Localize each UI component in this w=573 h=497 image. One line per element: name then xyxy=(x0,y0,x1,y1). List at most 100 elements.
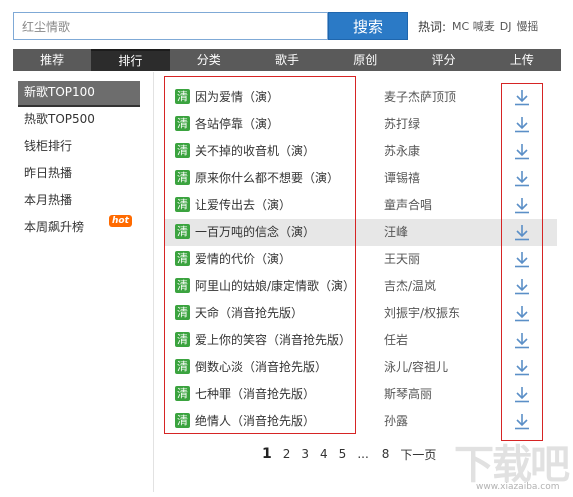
hd-quality-badge: 清 xyxy=(175,278,190,293)
song-artist[interactable]: 孙露 xyxy=(384,408,408,435)
hotword-link[interactable]: DJ xyxy=(500,20,512,33)
hd-quality-badge: 清 xyxy=(175,224,190,239)
song-row[interactable]: 清七种罪（消音抢先版） 斯琴高丽 xyxy=(168,381,558,408)
watermark-url: www.xiazaiba.com xyxy=(476,482,560,492)
song-row[interactable]: 清让爱传出去（演） 童声合唱 xyxy=(168,192,558,219)
page-link-last[interactable]: 8 xyxy=(382,447,390,461)
download-icon[interactable] xyxy=(514,278,530,295)
hotword-link[interactable]: 慢摇 xyxy=(516,18,538,34)
sidebar-divider xyxy=(153,72,154,492)
song-artist[interactable]: 谭锡禧 xyxy=(384,165,420,192)
song-title[interactable]: 阿里山的姑娘/康定情歌（演） xyxy=(195,273,355,300)
song-row[interactable]: 清爱情的代价（演） 王天丽 xyxy=(168,246,558,273)
tab-category[interactable]: 分类 xyxy=(170,49,248,71)
download-icon[interactable] xyxy=(514,359,530,376)
hd-quality-badge: 清 xyxy=(175,413,190,428)
hotwords-bar: 热词: MC 喊麦 DJ 慢摇 xyxy=(418,12,543,40)
song-artist[interactable]: 王天丽 xyxy=(384,246,420,273)
hd-quality-badge: 清 xyxy=(175,170,190,185)
tab-upload[interactable]: 上传 xyxy=(483,49,561,71)
song-artist[interactable]: 麦子杰萨顶顶 xyxy=(384,84,456,111)
song-title[interactable]: 绝情人（消音抢先版） xyxy=(195,408,315,435)
ranking-sidebar: 新歌TOP100 热歌TOP500 钱柜排行 昨日热播 本月热播 本周飙升榜 h… xyxy=(18,81,140,243)
download-icon[interactable] xyxy=(514,197,530,214)
page-link[interactable]: 4 xyxy=(320,447,328,461)
search-button[interactable]: 搜索 xyxy=(328,12,408,40)
song-artist[interactable]: 刘振宇/权振东 xyxy=(384,300,460,327)
sidebar-item-week-rising[interactable]: 本周飙升榜 hot xyxy=(18,215,140,242)
song-row[interactable]: 清倒数心淡（消音抢先版） 泳儿/容祖儿 xyxy=(168,354,558,381)
download-icon[interactable] xyxy=(514,170,530,187)
hd-quality-badge: 清 xyxy=(175,197,190,212)
hd-quality-badge: 清 xyxy=(175,359,190,374)
tab-rating[interactable]: 评分 xyxy=(404,49,482,71)
song-title[interactable]: 爱上你的笑容（消音抢先版） xyxy=(195,327,351,354)
download-icon[interactable] xyxy=(514,224,530,241)
page-link[interactable]: 2 xyxy=(283,447,291,461)
hd-quality-badge: 清 xyxy=(175,143,190,158)
page-link[interactable]: 3 xyxy=(301,447,309,461)
download-icon[interactable] xyxy=(514,89,530,106)
hd-quality-badge: 清 xyxy=(175,305,190,320)
song-artist[interactable]: 泳儿/容祖儿 xyxy=(384,354,448,381)
song-row[interactable]: 清因为爱情（演） 麦子杰萨顶顶 xyxy=(168,84,558,111)
song-row[interactable]: 清关不掉的收音机（演） 苏永康 xyxy=(168,138,558,165)
hd-quality-badge: 清 xyxy=(175,251,190,266)
page-ellipsis: ... xyxy=(357,447,369,461)
song-artist[interactable]: 吉杰/温岚 xyxy=(384,273,436,300)
song-title[interactable]: 各站停靠（演） xyxy=(195,111,279,138)
song-row[interactable]: 清爱上你的笑容（消音抢先版） 任岩 xyxy=(168,327,558,354)
download-icon[interactable] xyxy=(514,116,530,133)
song-title[interactable]: 七种罪（消音抢先版） xyxy=(195,381,315,408)
song-artist[interactable]: 汪峰 xyxy=(384,219,408,246)
tab-recommend[interactable]: 推荐 xyxy=(13,49,91,71)
hd-quality-badge: 清 xyxy=(175,386,190,401)
song-title[interactable]: 爱情的代价（演） xyxy=(195,246,291,273)
hot-badge-icon: hot xyxy=(109,215,132,227)
sidebar-item-month-hot[interactable]: 本月热播 xyxy=(18,189,140,215)
song-title[interactable]: 让爱传出去（演） xyxy=(195,192,291,219)
song-title[interactable]: 原来你什么都不想要（演） xyxy=(195,165,339,192)
song-title[interactable]: 一百万吨的信念（演） xyxy=(195,219,315,246)
next-page-link[interactable]: 下一页 xyxy=(400,446,436,463)
site-watermark: 下载吧 www.xiazaiba.com xyxy=(448,430,573,497)
category-nav: 推荐 排行 分类 歌手 原创 评分 上传 xyxy=(13,49,561,71)
sidebar-item-new-top100[interactable]: 新歌TOP100 xyxy=(18,81,140,107)
song-row[interactable]: 清原来你什么都不想要（演） 谭锡禧 xyxy=(168,165,558,192)
download-icon[interactable] xyxy=(514,413,530,430)
download-icon[interactable] xyxy=(514,332,530,349)
download-icon[interactable] xyxy=(514,143,530,160)
tab-ranking[interactable]: 排行 xyxy=(91,49,170,71)
tab-singer[interactable]: 歌手 xyxy=(248,49,326,71)
download-icon[interactable] xyxy=(514,305,530,322)
download-icon[interactable] xyxy=(514,386,530,403)
pagination: 1 2 3 4 5 ... 8 下一页 xyxy=(262,444,447,464)
hotwords-label: 热词: xyxy=(418,19,447,34)
sidebar-item-label: 本周飙升榜 xyxy=(24,220,85,234)
page-link-current[interactable]: 1 xyxy=(262,446,272,462)
song-artist[interactable]: 苏永康 xyxy=(384,138,420,165)
song-row[interactable]: 清天命（消音抢先版） 刘振宇/权振东 xyxy=(168,300,558,327)
download-icon[interactable] xyxy=(514,251,530,268)
page-link[interactable]: 5 xyxy=(339,447,347,461)
sidebar-item-yesterday-hot[interactable]: 昨日热播 xyxy=(18,162,140,188)
song-title[interactable]: 关不掉的收音机（演） xyxy=(195,138,315,165)
song-list: 清因为爱情（演） 麦子杰萨顶顶清各站停靠（演） 苏打绿清关不掉的收音机（演） 苏永康清… xyxy=(164,84,558,435)
song-row[interactable]: 清阿里山的姑娘/康定情歌（演） 吉杰/温岚 xyxy=(168,273,558,300)
song-title[interactable]: 天命（消音抢先版） xyxy=(195,300,303,327)
song-row[interactable]: 清各站停靠（演） 苏打绿 xyxy=(168,111,558,138)
song-artist[interactable]: 童声合唱 xyxy=(384,192,432,219)
tab-original[interactable]: 原创 xyxy=(326,49,404,71)
sidebar-item-hot-top500[interactable]: 热歌TOP500 xyxy=(18,108,140,134)
hd-quality-badge: 清 xyxy=(175,116,190,131)
hotword-link[interactable]: MC 喊麦 xyxy=(452,18,495,34)
search-input[interactable] xyxy=(13,12,328,40)
sidebar-item-ktv-ranking[interactable]: 钱柜排行 xyxy=(18,135,140,161)
song-row[interactable]: 清一百万吨的信念（演） 汪峰 xyxy=(164,219,557,246)
song-title[interactable]: 因为爱情（演） xyxy=(195,84,279,111)
song-artist[interactable]: 斯琴高丽 xyxy=(384,381,432,408)
song-artist[interactable]: 苏打绿 xyxy=(384,111,420,138)
song-title[interactable]: 倒数心淡（消音抢先版） xyxy=(195,354,327,381)
hd-quality-badge: 清 xyxy=(175,89,190,104)
song-artist[interactable]: 任岩 xyxy=(384,327,408,354)
